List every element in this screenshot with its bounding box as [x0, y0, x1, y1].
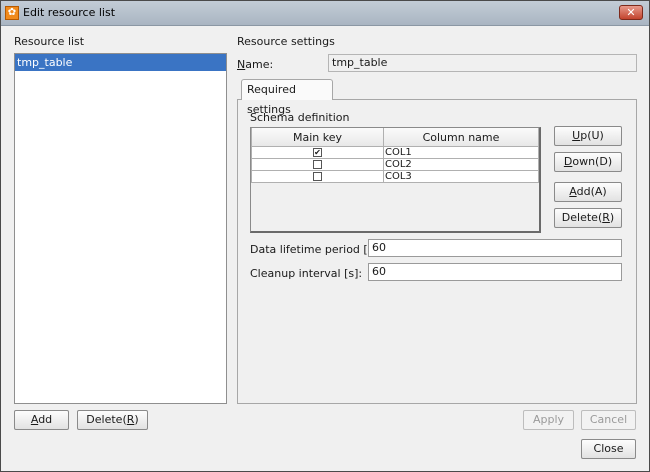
- cancel-button[interactable]: Cancel: [581, 410, 636, 430]
- move-up-button[interactable]: Up(U): [554, 126, 622, 146]
- main-key-cell[interactable]: [251, 170, 384, 183]
- resource-settings-heading: Resource settings: [237, 35, 335, 48]
- apply-button[interactable]: Apply: [523, 410, 574, 430]
- tab-label: Required settings: [247, 83, 296, 116]
- main-key-checkbox[interactable]: [313, 171, 322, 181]
- add-col-accel: A: [569, 185, 577, 198]
- name-accel: N: [237, 58, 246, 71]
- column-header-column-name[interactable]: Column name: [383, 128, 539, 147]
- column-name-cell[interactable]: COL3: [383, 170, 539, 183]
- main-key-cell[interactable]: ✔: [251, 146, 384, 159]
- main-key-checkbox[interactable]: [313, 159, 322, 169]
- cleanup-label: Cleanup interval [s]:: [250, 267, 363, 280]
- add-label-rest: dd: [38, 413, 53, 426]
- up-label-rest: p(U): [580, 129, 604, 142]
- window-title: Edit resource list: [23, 6, 116, 19]
- resource-listbox[interactable]: tmp_table: [14, 53, 227, 404]
- list-item-label: tmp_table: [17, 56, 73, 69]
- lifetime-input[interactable]: 60: [368, 239, 622, 257]
- resource-app-icon: ✿: [5, 6, 19, 20]
- move-down-button[interactable]: Down(D): [554, 152, 622, 172]
- add-column-button[interactable]: Add(A): [554, 182, 622, 202]
- close-icon: ✕: [626, 6, 636, 19]
- table-row[interactable]: ✔ COL1: [251, 146, 539, 159]
- main-key-cell[interactable]: [251, 158, 384, 171]
- table-row[interactable]: COL2: [251, 158, 539, 171]
- lifetime-label: Data lifetime period [s]:: [250, 243, 382, 256]
- delete-column-button[interactable]: Delete(R): [554, 208, 622, 228]
- column-name-cell[interactable]: COL1: [383, 146, 539, 159]
- name-label-rest: ame:: [245, 58, 274, 71]
- add-resource-button[interactable]: Add: [14, 410, 69, 430]
- lifetime-value: 60: [372, 241, 386, 254]
- title-bar[interactable]: ✿ Edit resource list ✕: [1, 1, 649, 26]
- up-accel: U: [572, 129, 581, 142]
- down-label-rest: own(D): [572, 155, 613, 168]
- cleanup-value: 60: [372, 265, 386, 278]
- tab-required-settings[interactable]: Required settings: [241, 79, 333, 116]
- delete-resource-button[interactable]: Delete(R): [77, 410, 148, 430]
- close-window-button[interactable]: ✕: [619, 5, 643, 20]
- column-header-main-key[interactable]: Main key: [251, 128, 384, 147]
- edit-resource-list-dialog: ✿ Edit resource list ✕ Resource list tmp…: [0, 0, 650, 472]
- close-button[interactable]: Close: [581, 439, 636, 459]
- cleanup-input[interactable]: 60: [368, 263, 622, 281]
- list-item[interactable]: tmp_table: [15, 54, 226, 71]
- name-label: Name:: [237, 58, 273, 71]
- add-col-label-rest: dd(A): [576, 185, 607, 198]
- delete-label-pre: Delete(: [86, 413, 127, 426]
- name-value: tmp_table: [332, 56, 388, 69]
- main-key-checkbox[interactable]: ✔: [313, 147, 322, 157]
- table-row[interactable]: COL3: [251, 170, 539, 183]
- del-col-label-post: ): [609, 211, 615, 224]
- name-field[interactable]: tmp_table: [328, 54, 637, 72]
- schema-table[interactable]: Main key Column name ✔ COL1 COL2 COL3: [250, 127, 541, 233]
- check-icon: ✔: [314, 147, 321, 157]
- delete-label-post: ): [134, 413, 139, 426]
- resource-list-heading: Resource list: [14, 35, 85, 48]
- column-name-cell[interactable]: COL2: [383, 158, 539, 171]
- del-col-accel: R: [602, 211, 610, 224]
- del-col-label-pre: Delete(: [561, 211, 603, 224]
